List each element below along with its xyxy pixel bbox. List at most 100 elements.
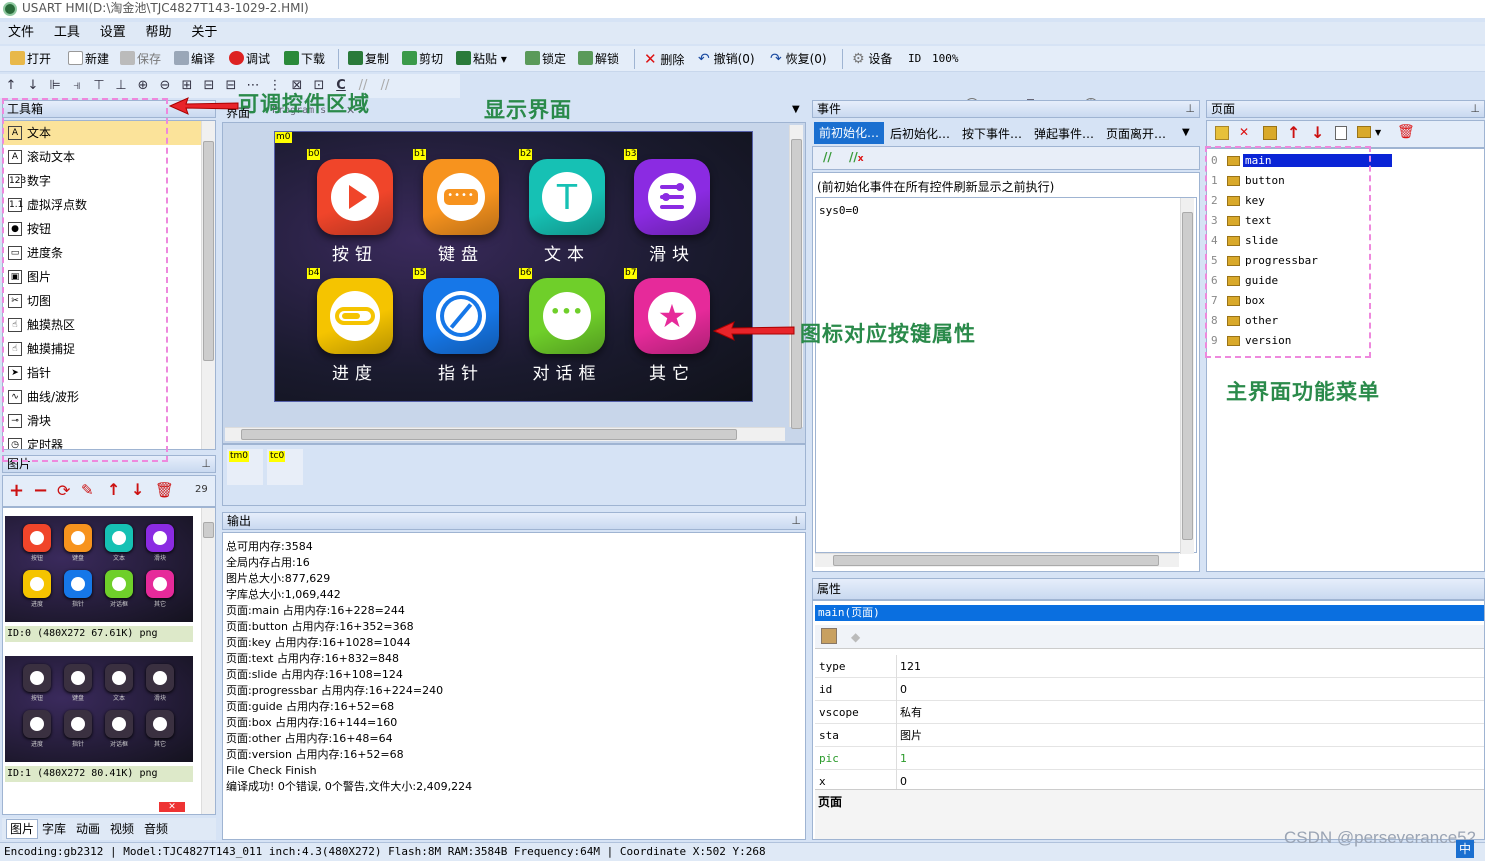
redo-button[interactable]: ↷ 恢复(0) (770, 49, 827, 69)
code-vscroll[interactable] (1180, 198, 1194, 554)
tab-dropdown-icon[interactable]: ▼ (1182, 127, 1190, 138)
hmi-button-b4[interactable] (317, 278, 393, 354)
align-center-h-icon[interactable]: ⊕ (132, 74, 154, 98)
picture-entry[interactable]: 按钮 键盘 文本 滑块 进度 指针 对话框 其它 ID:0 (480X272 67.61K) p… (5, 516, 195, 656)
hmi-screen[interactable]: m0 b0 按钮 b1 •••• 键盘 b2 T 文本 b3 滑块 b4 进度 b5 指针 b6 ••• 对话框… (274, 131, 753, 402)
code-hscroll[interactable] (815, 553, 1179, 567)
debug-button[interactable]: 调试 (229, 49, 270, 69)
event-code[interactable]: sys0=0 (819, 204, 859, 217)
copy-button[interactable]: 复制 (348, 49, 389, 69)
pin-icon[interactable]: ⊥ (201, 456, 211, 472)
hmi-button-b3[interactable] (634, 159, 710, 235)
tab-press-event[interactable]: 按下事件… (962, 125, 1022, 142)
cut-button[interactable]: 剪切 (402, 49, 443, 69)
property-value[interactable]: 121 (900, 655, 921, 678)
menu-help[interactable]: 帮助 (138, 22, 180, 44)
delete-page-icon[interactable]: ✕ (1239, 125, 1249, 139)
pin-icon[interactable]: ⊥ (791, 513, 801, 529)
categorized-icon[interactable] (821, 628, 837, 644)
menu-about[interactable]: 关于 (183, 22, 225, 44)
tab-pre-init[interactable]: 前初始化… (814, 122, 884, 144)
hmi-button-b0[interactable] (317, 159, 393, 235)
move-up-icon[interactable]: ↑ (0, 74, 22, 98)
align-right-icon[interactable]: ⫣ (66, 74, 88, 98)
tab-pictures[interactable]: 图片 (6, 819, 39, 839)
edit-icon[interactable]: ✎ (81, 481, 94, 499)
replace-icon[interactable]: ⟳ (57, 481, 70, 500)
add-page-icon[interactable] (1215, 126, 1229, 140)
timer-tc0[interactable]: tc0 (267, 449, 303, 485)
uncomment-icon[interactable]: //x (849, 150, 864, 164)
scrollbar-thumb[interactable] (791, 139, 802, 429)
move-up-icon[interactable]: ↑ (1287, 123, 1300, 142)
hmi-button-b7[interactable]: ★ (634, 278, 710, 354)
trash-icon[interactable]: 🗑 (1397, 124, 1415, 140)
scrollbar-thumb[interactable] (203, 141, 214, 361)
tab-page-leave[interactable]: 页面离开… (1106, 125, 1166, 142)
import-page-icon[interactable] (1357, 126, 1371, 138)
property-row-type[interactable]: type 121 (815, 655, 1484, 678)
tab-release-event[interactable]: 弹起事件… (1034, 125, 1094, 142)
delete-button[interactable]: ✕ 删除 (644, 49, 684, 69)
hmi-button-b6[interactable]: ••• (529, 278, 605, 354)
pin-icon[interactable]: ⊥ (1470, 101, 1480, 117)
align-left-icon[interactable]: ⊫ (44, 74, 66, 98)
sort-icon[interactable]: ◆ (851, 630, 860, 644)
menu-tools[interactable]: 工具 (46, 22, 88, 44)
property-row-vscope[interactable]: vscope 私有 (815, 701, 1484, 724)
toolbox-scrollbar[interactable] (201, 121, 215, 449)
property-value[interactable]: 1 (900, 747, 907, 770)
selected-object[interactable]: main(页面) (815, 605, 1484, 621)
hmi-button-b1[interactable]: •••• (423, 159, 499, 235)
scrollbar-thumb[interactable] (1182, 212, 1193, 540)
scrollbar-thumb[interactable] (241, 429, 737, 440)
trash-icon[interactable]: 🗑 (155, 481, 174, 499)
hmi-button-b5[interactable] (423, 278, 499, 354)
pin-icon[interactable]: ⊥ (1185, 101, 1195, 117)
pictures-scrollbar[interactable] (201, 508, 215, 814)
uncomment-icon[interactable]: // (374, 74, 396, 98)
insert-page-icon[interactable] (1263, 126, 1277, 140)
add-icon[interactable]: + (9, 480, 24, 501)
dropdown-icon[interactable]: ▼ (1375, 128, 1381, 137)
move-down-icon[interactable]: ↓ (1311, 123, 1324, 142)
delete-picture-badge[interactable]: ✕ (159, 802, 185, 812)
grid-icon[interactable]: ⊞ (176, 74, 198, 98)
comment-icon[interactable]: // (823, 150, 832, 164)
move-up-icon[interactable]: ↑ (107, 480, 120, 499)
canvas-hscroll[interactable] (225, 427, 785, 441)
timer-tm0[interactable]: tm0 (227, 449, 263, 485)
move-down-icon[interactable]: ↓ (22, 74, 44, 98)
unlock-button[interactable]: 解锁 (578, 49, 619, 69)
event-code-editor[interactable]: sys0=0 (815, 197, 1197, 554)
menu-settings[interactable]: 设置 (92, 22, 134, 44)
property-value[interactable]: 图片 (900, 724, 922, 747)
save-button[interactable]: 保存 (120, 49, 161, 69)
remove-icon[interactable]: − (33, 480, 48, 501)
tab-animations[interactable]: 动画 (76, 820, 100, 838)
open-button[interactable]: 打开 (10, 49, 51, 69)
device-settings-button[interactable]: ⚙ 设备 (852, 49, 892, 69)
picture-entry[interactable]: 按钮 键盘 文本 滑块 进度 指针 对话框 其它 ID:1 (480X272 80.41K) p… (5, 656, 195, 796)
property-row-sta[interactable]: sta 图片 (815, 724, 1484, 747)
canvas-vscroll[interactable] (789, 125, 803, 429)
property-value[interactable]: 私有 (900, 701, 922, 724)
scrollbar-thumb[interactable] (833, 555, 1159, 566)
property-row-id[interactable]: id 0 (815, 678, 1484, 701)
paste-button[interactable]: 粘贴 ▾ (456, 49, 507, 69)
scrollbar-thumb[interactable] (203, 522, 214, 538)
id-toggle-button[interactable]: ID (908, 49, 921, 69)
tab-fonts[interactable]: 字库 (42, 820, 66, 838)
property-value[interactable]: 0 (900, 678, 907, 701)
align-top-icon[interactable]: ⊤ (88, 74, 110, 98)
move-down-icon[interactable]: ↓ (131, 480, 144, 499)
align-bottom-icon[interactable]: ⊥ (110, 74, 132, 98)
undo-button[interactable]: ↶ 撤销(0) (698, 49, 755, 69)
tab-video[interactable]: 视频 (110, 820, 134, 838)
menu-file[interactable]: 文件 (0, 22, 42, 44)
tab-audio[interactable]: 音频 (144, 820, 168, 838)
same-width-icon[interactable]: ⊟ (198, 74, 220, 98)
compile-button[interactable]: 编译 (174, 49, 215, 69)
align-center-v-icon[interactable]: ⊖ (154, 74, 176, 98)
download-button[interactable]: 下载 (284, 49, 325, 69)
